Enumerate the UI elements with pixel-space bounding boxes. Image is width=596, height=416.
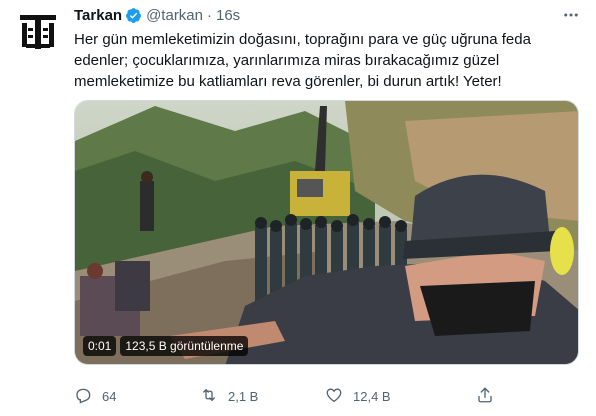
tweet-actions: 64 2,1 B 12,4 B: [74, 384, 574, 408]
more-icon[interactable]: [560, 6, 582, 24]
tweet-text-line: memleketimize bu katliamları reva görenl…: [74, 73, 502, 90]
retweet-icon: [200, 386, 228, 407]
video-badges: 0:01 123,5 B görüntülenme: [83, 336, 252, 356]
tweet-text: Her gün memleketimizin doğasını, toprağı…: [74, 29, 574, 92]
retweet-count: 2,1 B: [228, 388, 259, 404]
reply-button[interactable]: 64: [74, 384, 116, 408]
reply-icon: [74, 386, 102, 407]
reply-count: 64: [102, 388, 117, 404]
video-frame: [75, 101, 578, 364]
retweet-button[interactable]: 2,1 B: [200, 384, 258, 408]
tweet-timestamp[interactable]: 16s: [216, 7, 240, 24]
verified-icon: [125, 7, 142, 24]
like-button[interactable]: 12,4 B: [325, 384, 391, 408]
video-duration: 0:01: [83, 336, 117, 356]
share-icon: [476, 386, 504, 407]
share-button[interactable]: [476, 384, 504, 408]
avatar[interactable]: [14, 8, 62, 56]
video-player[interactable]: 0:01 123,5 B görüntülenme: [74, 100, 579, 365]
tweet[interactable]: Tarkan @tarkan · 16s Her gün memleketimi…: [0, 0, 596, 416]
author-handle[interactable]: @tarkan: [146, 7, 203, 24]
video-view-count: 123,5 B görüntülenme: [120, 336, 249, 356]
tweet-text-line: edenler; çocuklarımıza, yarınlarımıza mi…: [74, 52, 500, 69]
separator-dot: ·: [207, 6, 212, 24]
author-name[interactable]: Tarkan: [74, 7, 122, 24]
tweet-header: Tarkan @tarkan · 16s: [74, 5, 586, 25]
like-icon: [325, 386, 353, 407]
tweet-text-line: Her gün memleketimizin doğasını, toprağı…: [74, 31, 531, 48]
like-count: 12,4 B: [353, 388, 391, 404]
